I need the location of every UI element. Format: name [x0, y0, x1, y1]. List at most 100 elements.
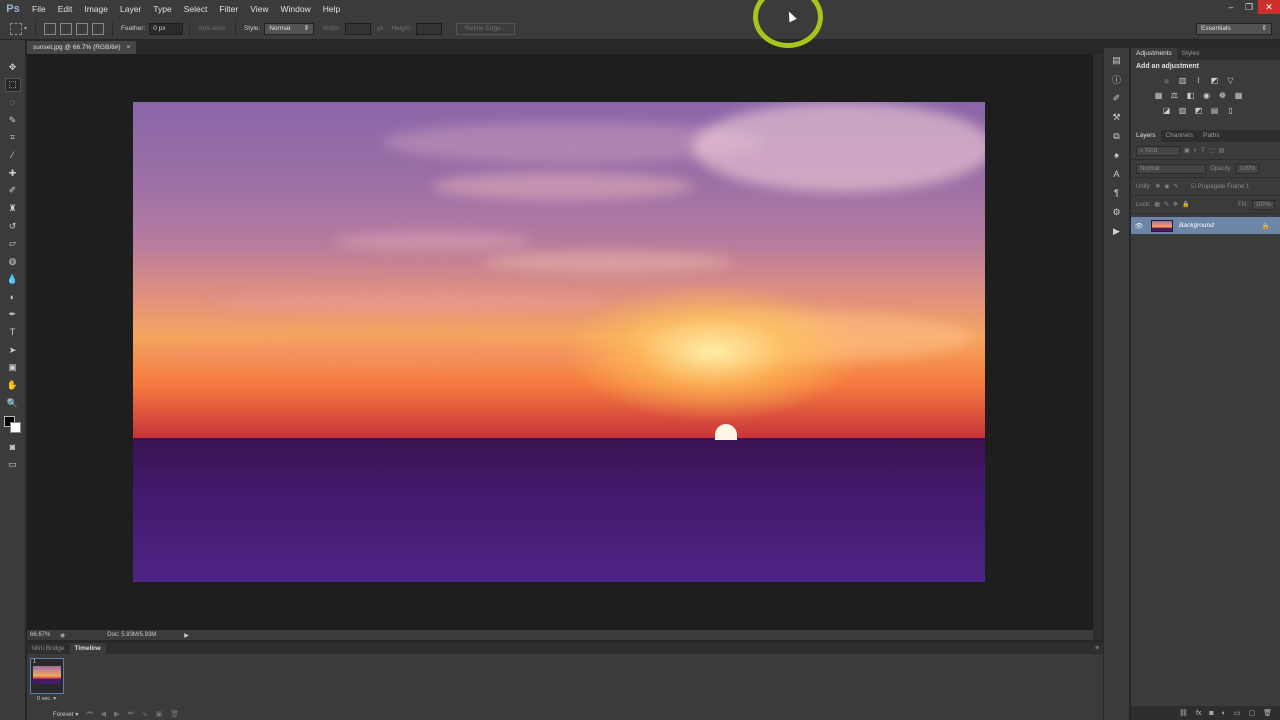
loop-select[interactable]: Forever ▾: [53, 711, 78, 718]
menu-view[interactable]: View: [244, 0, 274, 18]
brush-presets-icon[interactable]: ✐: [1110, 91, 1124, 105]
screen-mode-icon[interactable]: ▭: [5, 458, 21, 472]
brush-icon[interactable]: ♠: [1110, 148, 1124, 162]
photo-filter-icon[interactable]: ◉: [1201, 90, 1212, 101]
feather-input[interactable]: 0 px: [149, 22, 184, 35]
info-icon[interactable]: ⓘ: [1110, 72, 1124, 86]
path-selection-tool-icon[interactable]: ➤: [5, 343, 21, 357]
workspace-select[interactable]: Essentials ⇕: [1196, 23, 1272, 35]
status-info-icon[interactable]: ◉: [60, 632, 65, 639]
dodge-tool-icon[interactable]: ◐: [5, 290, 21, 304]
character-icon[interactable]: A: [1110, 167, 1124, 181]
menu-image[interactable]: Image: [78, 0, 114, 18]
rectangular-marquee-tool-icon[interactable]: ⬚: [4, 77, 21, 92]
menu-type[interactable]: Type: [147, 0, 177, 18]
shape-tool-icon[interactable]: ▣: [5, 361, 21, 375]
clone-source-icon[interactable]: ⧉: [1110, 129, 1124, 143]
posterize-icon[interactable]: ▨: [1177, 105, 1188, 116]
tab-layers[interactable]: Layers: [1131, 130, 1161, 142]
smart-object-filter-icon[interactable]: ▤: [1219, 147, 1225, 154]
lock-transparent-icon[interactable]: ▦: [1154, 201, 1160, 208]
unify-position-icon[interactable]: ✥: [1155, 183, 1160, 190]
delete-frame-icon[interactable]: 🗑: [170, 710, 179, 718]
restore-button[interactable]: ❐: [1240, 0, 1258, 14]
actions-icon[interactable]: ▶: [1110, 224, 1124, 238]
type-tool-icon[interactable]: T: [5, 325, 21, 339]
menu-layer[interactable]: Layer: [114, 0, 147, 18]
blur-tool-icon[interactable]: 💧: [5, 272, 21, 286]
first-frame-icon[interactable]: ⏮: [86, 710, 92, 718]
pen-tool-icon[interactable]: ✒: [5, 308, 21, 322]
blend-mode-select[interactable]: Normal: [1136, 163, 1206, 174]
propagate-checkbox[interactable]: ☑ Propagate Frame 1: [1191, 183, 1250, 190]
new-layer-icon[interactable]: ▢: [1248, 709, 1255, 717]
swap-dimensions-icon[interactable]: ⇄: [377, 24, 384, 33]
chevron-down-icon[interactable]: ▾: [24, 25, 27, 32]
minimize-button[interactable]: –: [1222, 0, 1240, 14]
lock-pixels-icon[interactable]: ✎: [1164, 201, 1169, 208]
layer-row[interactable]: 👁 Background 🔒: [1131, 217, 1280, 234]
new-group-icon[interactable]: ▭: [1234, 709, 1241, 717]
duplicate-frame-icon[interactable]: ▣: [156, 710, 163, 718]
history-brush-tool-icon[interactable]: ↺: [5, 219, 21, 233]
tab-mini-bridge[interactable]: Mini Bridge: [27, 643, 70, 654]
next-frame-icon[interactable]: ⏭: [127, 710, 133, 718]
menu-file[interactable]: File: [26, 0, 52, 18]
brightness-contrast-icon[interactable]: ☼: [1161, 75, 1172, 86]
link-layers-icon[interactable]: ⛓: [1179, 709, 1188, 717]
opacity-input[interactable]: 100%: [1236, 163, 1260, 174]
new-adjustment-layer-icon[interactable]: ◐: [1222, 710, 1226, 717]
zoom-tool-icon[interactable]: 🔍: [5, 396, 21, 410]
close-icon[interactable]: ×: [127, 41, 131, 54]
tab-adjustments[interactable]: Adjustments: [1131, 48, 1177, 60]
channel-mixer-icon[interactable]: ❁: [1217, 90, 1228, 101]
width-input[interactable]: [344, 22, 371, 35]
clone-stamp-tool-icon[interactable]: ♜: [5, 202, 21, 216]
play-icon[interactable]: ▶: [114, 710, 119, 718]
tab-timeline[interactable]: Timeline: [69, 643, 106, 654]
tween-icon[interactable]: ↘: [142, 710, 148, 718]
anti-alias-checkbox[interactable]: Anti-alias: [198, 25, 225, 32]
threshold-icon[interactable]: ◩: [1193, 105, 1204, 116]
background-color[interactable]: [9, 422, 21, 434]
color-lookup-icon[interactable]: ▦: [1233, 90, 1244, 101]
intersect-selection-icon[interactable]: [92, 22, 105, 35]
add-to-selection-icon[interactable]: [60, 22, 73, 35]
history-icon[interactable]: ▤: [1110, 53, 1124, 67]
menu-help[interactable]: Help: [317, 0, 346, 18]
delete-layer-icon[interactable]: 🗑: [1263, 709, 1272, 717]
lasso-tool-icon[interactable]: ◌: [5, 95, 21, 109]
exposure-icon[interactable]: ◩: [1209, 75, 1220, 86]
new-selection-icon[interactable]: [44, 22, 57, 35]
quick-selection-tool-icon[interactable]: ✎: [5, 113, 21, 127]
tab-channels[interactable]: Channels: [1161, 130, 1198, 142]
marquee-tool-preset-icon[interactable]: [10, 22, 22, 35]
unify-visibility-icon[interactable]: ◉: [1164, 183, 1169, 190]
menu-filter[interactable]: Filter: [213, 0, 244, 18]
fill-input[interactable]: 100%: [1251, 199, 1275, 210]
sunset-image[interactable]: [133, 102, 985, 582]
tool-presets-icon[interactable]: ⚒: [1110, 110, 1124, 124]
gradient-map-icon[interactable]: ▤: [1209, 105, 1220, 116]
lock-all-icon[interactable]: 🔒: [1182, 201, 1189, 208]
paragraph-icon[interactable]: ¶: [1110, 186, 1124, 200]
tab-paths[interactable]: Paths: [1198, 130, 1225, 142]
vibrance-icon[interactable]: ▽: [1225, 75, 1236, 86]
panel-menu-icon[interactable]: ≡: [1095, 643, 1099, 654]
eye-icon[interactable]: 👁: [1131, 222, 1147, 230]
spot-healing-tool-icon[interactable]: ✚: [5, 166, 21, 180]
hue-saturation-icon[interactable]: ▦: [1153, 90, 1164, 101]
levels-icon[interactable]: ▥: [1177, 75, 1188, 86]
animation-frame[interactable]: 1: [30, 658, 64, 694]
close-button[interactable]: ✕: [1258, 0, 1280, 14]
zoom-level[interactable]: 66.67%: [30, 632, 60, 638]
lock-icon[interactable]: 🔒: [1262, 222, 1270, 230]
canvas-area[interactable]: [27, 54, 1093, 630]
previous-frame-icon[interactable]: ◀: [101, 710, 106, 718]
color-swatches[interactable]: [3, 416, 22, 434]
add-mask-icon[interactable]: ◙: [1209, 710, 1213, 717]
adjustment-filter-icon[interactable]: ◐: [1194, 148, 1198, 154]
quick-mask-icon[interactable]: ◙: [5, 440, 21, 454]
selective-color-icon[interactable]: ▯: [1225, 105, 1236, 116]
eraser-tool-icon[interactable]: ▱: [5, 237, 21, 251]
